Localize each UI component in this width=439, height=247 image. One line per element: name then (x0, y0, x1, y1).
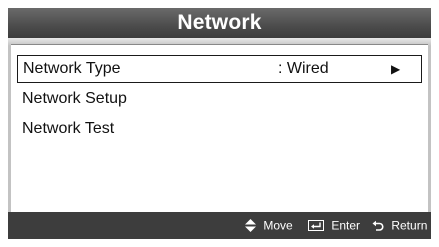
menu-list: Network Type : Wired ▶ Network Setup Net… (11, 44, 428, 212)
move-hint: Move (245, 212, 293, 239)
menu-item-network-test[interactable]: Network Test (17, 116, 422, 144)
menu-item-network-type[interactable]: Network Type : Wired ▶ (17, 55, 422, 83)
return-arrow-icon (372, 220, 384, 231)
menu-item-label: Network Test (22, 120, 115, 137)
footer-bar: Move Enter Return (8, 212, 431, 239)
menu-item-network-setup[interactable]: Network Setup (17, 86, 422, 114)
network-type-value: : Wired (278, 60, 329, 77)
menu-item-label: Network Setup (22, 90, 127, 107)
enter-label: Enter (331, 218, 361, 233)
network-dialog: Network Network Type : Wired ▶ Network S… (8, 8, 431, 239)
up-down-triangles-icon (245, 219, 256, 233)
enter-key-icon (308, 220, 324, 232)
dialog-title: Network (8, 8, 431, 38)
submenu-arrow-icon: ▶ (391, 62, 401, 76)
return-label: Return (391, 218, 428, 233)
enter-hint: Enter (308, 212, 360, 239)
move-label: Move (263, 218, 293, 233)
menu-item-label: Network Type (23, 60, 121, 77)
return-hint: Return (372, 212, 427, 239)
